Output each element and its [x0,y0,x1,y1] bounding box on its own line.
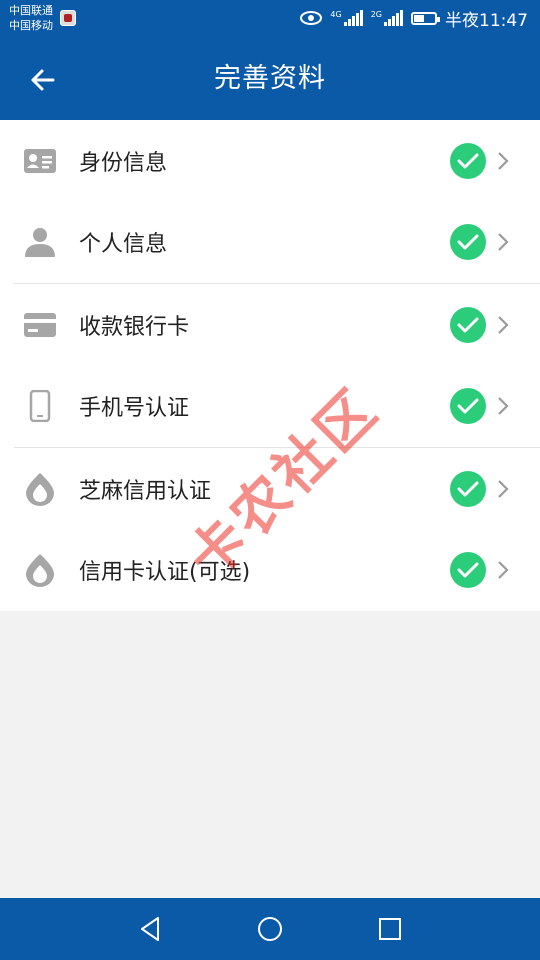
square-recents-icon [379,918,401,940]
id-card-icon [22,143,58,179]
list-item-sesame-credit[interactable]: 芝麻信用认证 [0,448,540,530]
nav-recents-button[interactable] [370,909,410,949]
list-item-label: 身份信息 [79,150,168,176]
phone-icon [22,388,58,424]
list-item-label: 芝麻信用认证 [79,478,212,504]
list-item-phone-verification[interactable]: 手机号认证 [0,366,540,448]
nav-home-button[interactable] [250,909,290,949]
navigation-bar [0,898,540,960]
triangle-back-icon [141,917,159,941]
battery-icon [411,11,440,25]
check-icon [450,388,486,425]
list-item-label: 信用卡认证(可选) [79,560,251,586]
check-icon [450,142,486,179]
signal-strength-1-icon: 4G [330,10,363,26]
check-icon [450,224,486,261]
nav-back-button[interactable] [130,909,170,949]
credit-card-drop-icon [22,552,58,588]
signal-strength-2-icon: 2G [371,10,403,26]
check-icon [450,470,486,507]
profile-items-list: 身份信息 个人信息 收款银行卡 手机号认证 芝麻信用认证 信用卡认证(可选) [0,120,540,611]
list-item-label: 个人信息 [79,232,168,258]
app-bar: 完善资料 [0,38,540,120]
notification-app-icon [60,10,76,26]
carrier-1: 中国联通 [9,4,53,17]
chevron-right-icon [498,561,509,580]
circle-home-icon [258,917,282,941]
sesame-credit-icon [22,471,58,507]
signal-1-tag: 4G [330,10,342,19]
check-icon [450,552,486,589]
chevron-right-icon [498,151,509,170]
status-time: 半夜11:47 [445,10,528,31]
status-bar: 中国联通 中国移动 4G 2G 半夜11:47 [0,0,540,38]
chevron-right-icon [498,233,509,252]
chevron-right-icon [498,479,509,498]
bank-card-icon [22,307,58,343]
chevron-right-icon [498,315,509,334]
list-item-identity-info[interactable]: 身份信息 [0,120,540,202]
list-item-label: 收款银行卡 [79,314,190,340]
eye-icon [300,11,323,25]
list-item-credit-card[interactable]: 信用卡认证(可选) [0,530,540,612]
list-item-bank-card[interactable]: 收款银行卡 [0,284,540,366]
list-item-personal-info[interactable]: 个人信息 [0,202,540,284]
signal-2-tag: 2G [370,10,382,19]
person-icon [22,224,58,260]
list-item-label: 手机号认证 [79,396,190,422]
carrier-2: 中国移动 [9,19,53,32]
chevron-right-icon [498,397,509,416]
carrier-labels: 中国联通 中国移动 [9,3,53,33]
page-title: 完善资料 [214,63,326,94]
check-icon [450,306,486,343]
status-indicators: 4G 2G 半夜11:47 [300,6,528,31]
